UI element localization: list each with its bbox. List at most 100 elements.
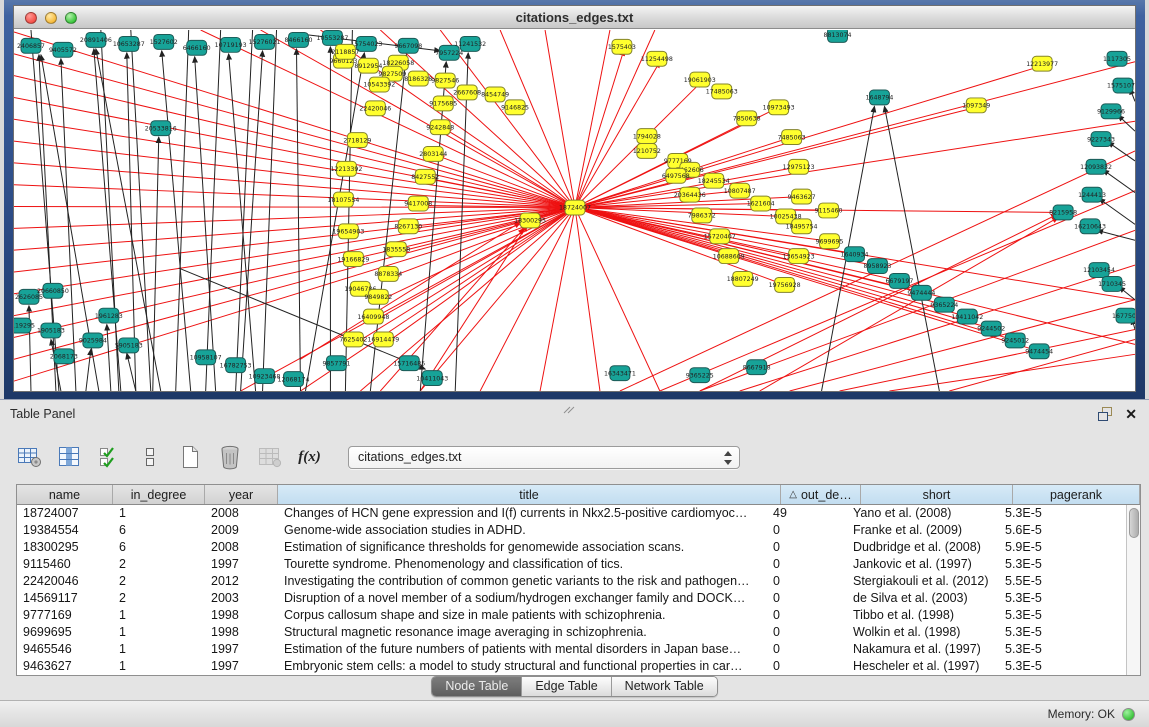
network-node[interactable]: 2718129	[343, 133, 371, 148]
network-node[interactable]: 1648794	[865, 90, 893, 105]
network-node[interactable]: 18107554	[327, 192, 359, 207]
column-visibility-button[interactable]	[56, 444, 83, 470]
network-node[interactable]: 7850638	[733, 111, 761, 126]
table-scrollbar-thumb[interactable]	[1129, 508, 1139, 538]
tab-network-table[interactable]: Network Table	[612, 677, 717, 696]
network-node[interactable]: 1244413	[1078, 187, 1106, 202]
column-header-short[interactable]: short	[861, 485, 1013, 504]
table-chooser-select[interactable]: citations_edges.txt	[348, 446, 740, 469]
float-panel-icon[interactable]	[1098, 407, 1113, 421]
column-header-out_de[interactable]: △out_de…	[781, 485, 861, 504]
network-node[interactable]: 19756928	[769, 277, 801, 292]
network-node[interactable]: 8958923	[863, 259, 891, 274]
network-node[interactable]: 2667608	[453, 85, 481, 100]
panel-resize-grip[interactable]	[563, 401, 575, 409]
network-node[interactable]: 9405572	[49, 42, 77, 57]
network-node[interactable]: 10653287	[113, 36, 145, 51]
network-node[interactable]: 9129966	[1097, 104, 1125, 119]
network-node[interactable]: 8119295	[14, 318, 35, 333]
network-node[interactable]: 12975123	[783, 159, 815, 174]
network-node[interactable]: 8813074	[824, 30, 852, 42]
network-node[interactable]: 7625402	[339, 332, 367, 347]
network-node[interactable]: 8454749	[481, 87, 509, 102]
network-node[interactable]: 1640934	[841, 247, 869, 262]
network-node[interactable]: 12103454	[1083, 263, 1115, 278]
network-node[interactable]: 9227343	[1087, 132, 1115, 147]
network-node[interactable]: 1905183	[37, 323, 65, 338]
network-node[interactable]: 2803144	[419, 147, 447, 162]
network-node[interactable]: 1677504	[1112, 308, 1135, 323]
column-header-pagerank[interactable]: pagerank	[1013, 485, 1140, 504]
network-node[interactable]: 16782753	[220, 358, 252, 373]
network-node[interactable]: 9245012	[1001, 333, 1029, 348]
table-row[interactable]: 1456911722003Disruption of a novel membe…	[17, 590, 1126, 607]
network-node[interactable]: 8267130	[394, 219, 422, 234]
network-node[interactable]: 20891406	[80, 32, 112, 47]
table-row[interactable]: 1830029562008Estimation of significance …	[17, 539, 1126, 556]
network-node[interactable]: 10923468	[249, 369, 281, 384]
network-node[interactable]: 9857791	[322, 356, 350, 371]
network-node[interactable]: 5905183	[115, 338, 143, 353]
network-node[interactable]: 8215958	[1049, 205, 1077, 220]
network-node[interactable]: 6679197	[885, 273, 913, 288]
row-selection-button[interactable]	[96, 444, 123, 470]
network-node[interactable]: 22420046	[359, 101, 391, 116]
network-node[interactable]: 9667098	[394, 38, 422, 53]
network-node[interactable]: 8427552	[411, 169, 439, 184]
network-node[interactable]: 1710345	[1098, 276, 1126, 291]
network-node[interactable]: 9474454	[1025, 344, 1053, 359]
network-node[interactable]: 9849822	[364, 289, 392, 304]
network-node[interactable]: 7986372	[688, 208, 716, 223]
table-row[interactable]: 1872400712008Changes of HCN gene express…	[17, 505, 1126, 522]
network-node[interactable]: 1117305	[1103, 51, 1131, 66]
network-node[interactable]: 9244502	[977, 321, 1005, 336]
tab-node-table[interactable]: Node Table	[432, 677, 522, 696]
network-node[interactable]: 9025984	[79, 333, 107, 348]
network-node[interactable]: 9175685	[429, 96, 457, 111]
network-node[interactable]: 9417008	[404, 196, 432, 211]
column-header-name[interactable]: name	[17, 485, 113, 504]
table-row[interactable]: 969969511998Structural magnetic resonanc…	[17, 624, 1126, 641]
table-row[interactable]: 946554611997Estimation of the future num…	[17, 641, 1126, 658]
network-node[interactable]: 9365224	[930, 297, 958, 312]
close-panel-icon[interactable]: ✕	[1125, 407, 1137, 421]
network-node[interactable]: 13654923	[783, 249, 815, 264]
column-header-year[interactable]: year	[205, 485, 278, 504]
table-row[interactable]: 977716911998Corpus callosum shape and si…	[17, 607, 1126, 624]
network-node[interactable]: 11254498	[641, 51, 673, 66]
network-node[interactable]: 7485063	[778, 130, 806, 145]
network-node[interactable]: 6466160	[183, 40, 211, 55]
network-node[interactable]: 9242848	[426, 120, 454, 135]
delete-table-button[interactable]	[216, 444, 243, 470]
network-node[interactable]: 16409948	[357, 309, 389, 324]
network-node[interactable]: 19061903	[684, 72, 716, 87]
network-node[interactable]: 9474444	[907, 285, 935, 300]
table-scrollbar[interactable]	[1126, 505, 1140, 675]
network-node[interactable]: 9365225	[686, 368, 714, 383]
network-node[interactable]: 1961283	[95, 308, 123, 323]
network-node[interactable]: 2068173	[50, 349, 78, 364]
network-node[interactable]: 2406857	[17, 38, 45, 53]
network-node[interactable]: 16343471	[604, 366, 636, 381]
network-node[interactable]: 10807487	[724, 183, 756, 198]
network-node[interactable]: 12068174	[278, 372, 310, 387]
column-header-title[interactable]: title	[278, 485, 781, 504]
network-node[interactable]: 1835558	[382, 242, 410, 257]
network-node[interactable]: 8878334	[374, 267, 402, 282]
network-node[interactable]: 1794028	[633, 129, 661, 144]
tab-edge-table[interactable]: Edge Table	[522, 677, 611, 696]
network-node[interactable]: 9115460	[815, 203, 843, 218]
table-row[interactable]: 2242004622012Investigating the contribut…	[17, 573, 1126, 590]
table-settings-button[interactable]	[16, 444, 43, 470]
function-builder-button[interactable]: f(x)	[296, 444, 323, 470]
network-node[interactable]: 10958107	[190, 350, 222, 365]
network-node[interactable]: 6497568	[662, 168, 690, 183]
network-node[interactable]: 1210752	[633, 144, 661, 159]
network-node[interactable]: 2118857	[331, 44, 359, 59]
network-node[interactable]: 8186328	[404, 71, 432, 86]
network-node[interactable]: 17485063	[706, 84, 738, 99]
window-titlebar[interactable]: citations_edges.txt	[14, 6, 1135, 29]
network-node[interactable]: 10553287	[316, 30, 348, 45]
table-row[interactable]: 946362711997Embryonic stem cells: a mode…	[17, 658, 1126, 675]
network-node[interactable]: 16914479	[367, 332, 399, 347]
